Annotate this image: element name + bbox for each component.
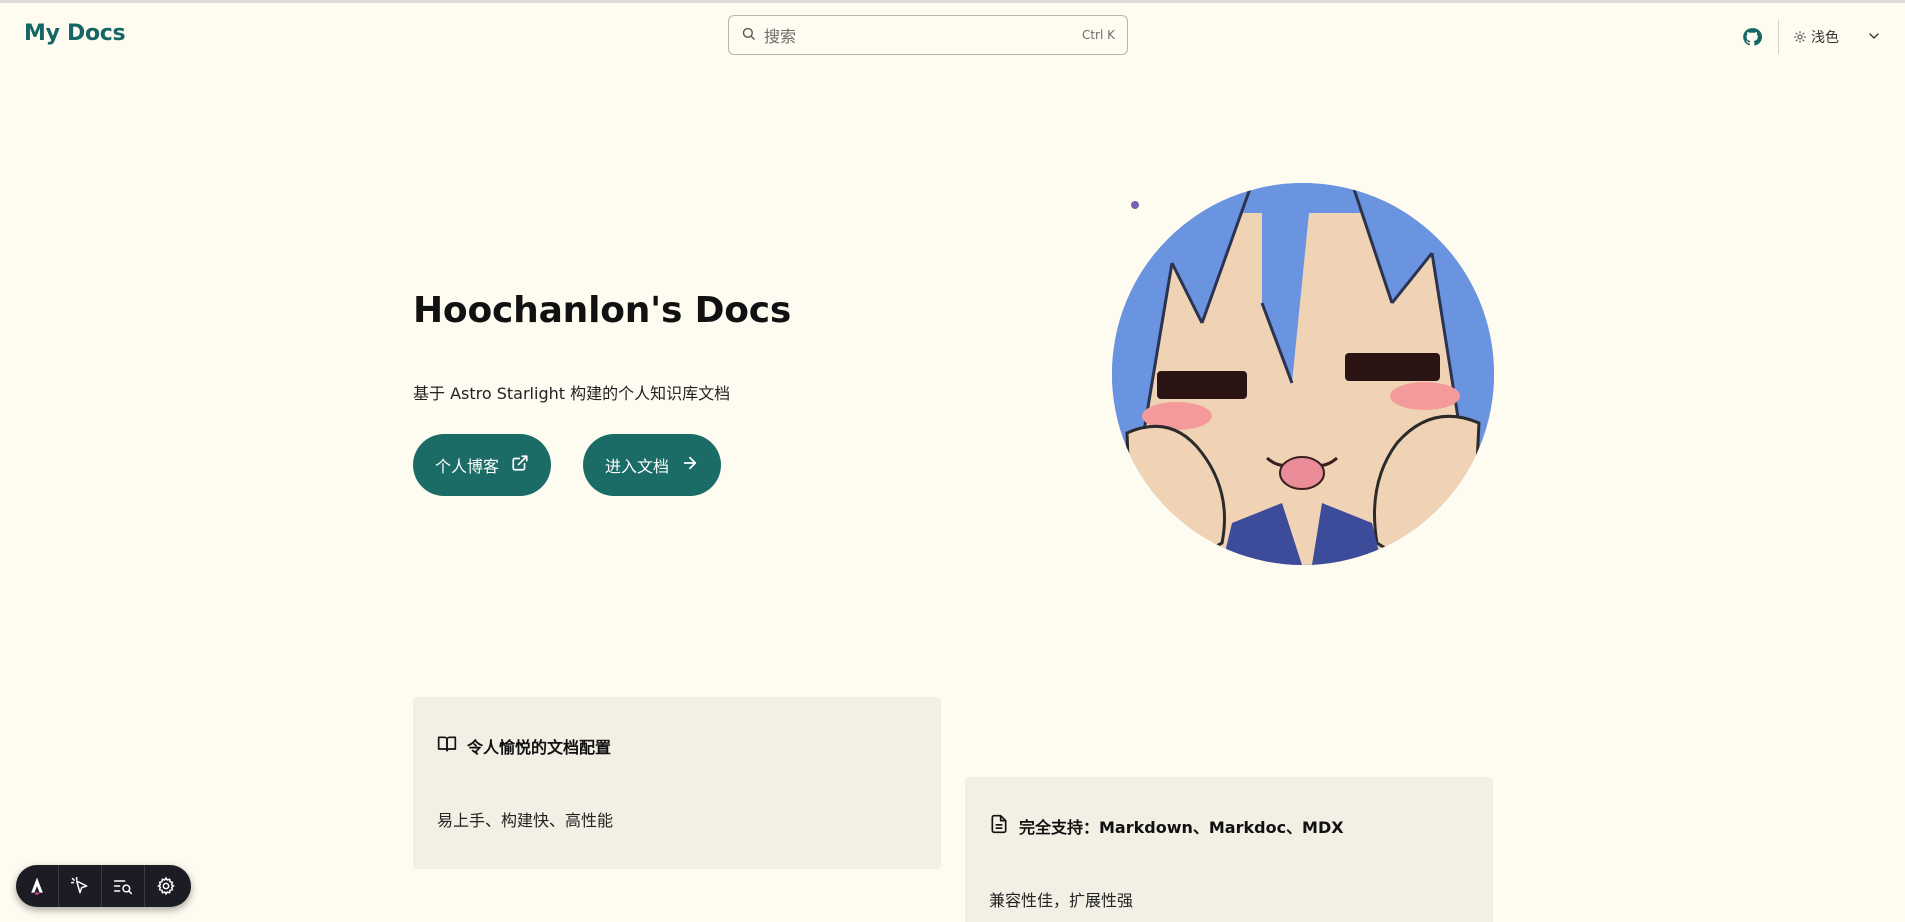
sun-icon (1794, 28, 1806, 47)
feature-card-docs-config: 令人愉悦的文档配置 易上手、构建快、高性能 (413, 697, 941, 869)
header-divider (1778, 20, 1779, 54)
search-icon (741, 26, 756, 45)
audit-search-icon[interactable] (102, 865, 144, 907)
chevron-down-icon (1866, 28, 1882, 44)
hero-avatar-image (1112, 183, 1494, 565)
docs-button[interactable]: 进入文档 (583, 434, 721, 496)
astro-logo-icon[interactable] (16, 865, 58, 907)
external-link-icon (511, 454, 529, 476)
settings-gear-icon[interactable] (145, 865, 187, 907)
card-description: 兼容性佳，扩展性强 (989, 891, 1134, 910)
site-title[interactable]: My Docs (24, 21, 126, 46)
hero-title: Hoochanlon's Docs (413, 290, 792, 331)
feature-card-markdown: 完全支持：Markdown、Markdoc、MDX 兼容性佳，扩展性强 (965, 777, 1493, 922)
github-icon[interactable] (1742, 27, 1762, 47)
cursor-inspect-icon[interactable] (59, 865, 101, 907)
search-button[interactable]: 搜索 Ctrl K (728, 15, 1128, 55)
hero-tagline: 基于 Astro Starlight 构建的个人知识库文档 (413, 384, 731, 403)
blog-button-label: 个人博客 (434, 457, 499, 476)
arrow-right-icon (681, 454, 699, 476)
theme-select[interactable]: 浅色 (1794, 27, 1879, 47)
card-title: 令人愉悦的文档配置 (467, 738, 612, 757)
docs-button-label: 进入文档 (604, 457, 669, 476)
document-icon (989, 814, 1009, 838)
search-shortcut: Ctrl K (1081, 28, 1115, 42)
astro-dev-toolbar (16, 865, 191, 907)
open-book-icon (437, 734, 457, 758)
search-placeholder: 搜索 (764, 27, 797, 46)
site-header: My Docs 搜索 Ctrl K 浅色 (0, 3, 1905, 67)
card-title: 完全支持：Markdown、Markdoc、MDX (1019, 818, 1344, 837)
card-description: 易上手、构建快、高性能 (437, 811, 614, 830)
theme-label: 浅色 (1811, 30, 1839, 46)
blog-button[interactable]: 个人博客 (413, 434, 551, 496)
